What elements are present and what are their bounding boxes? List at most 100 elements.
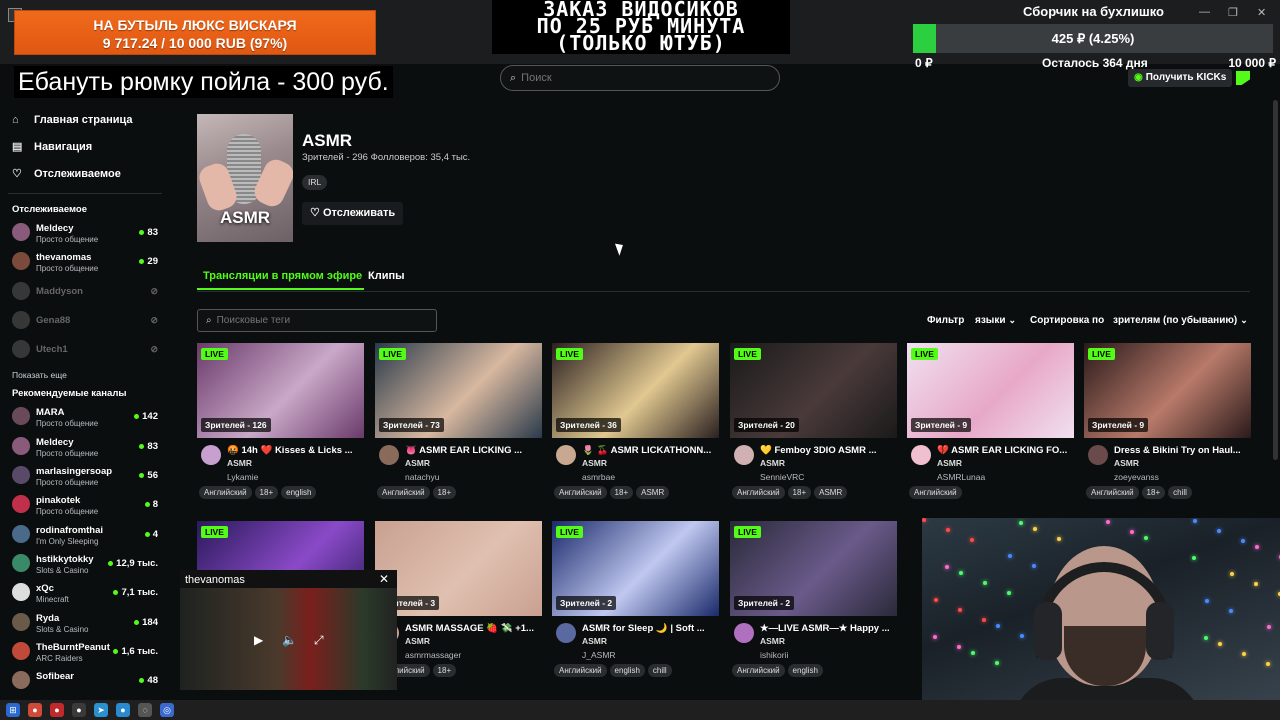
channel-item[interactable]: Sofibear 48	[0, 666, 170, 695]
avatar[interactable]	[911, 445, 931, 465]
close-icon[interactable]: ✕	[379, 572, 389, 586]
tab-clips[interactable]: Клипы	[368, 270, 405, 282]
app-icon[interactable]: ●	[116, 703, 130, 717]
follow-button[interactable]: ♡ Отслеживать	[302, 202, 404, 225]
stream-username[interactable]: ishikorii	[760, 650, 788, 660]
close-icon[interactable]: ✕	[1257, 6, 1266, 19]
stream-thumbnail[interactable]: LIVE Зрителей - 2	[552, 521, 719, 616]
stream-tag[interactable]: english	[281, 486, 317, 499]
channel-item[interactable]: Ryda Slots & Casino 184	[0, 608, 170, 637]
stream-card[interactable]: LIVE Зрителей - 2 ASMR for Sleep 🌙 | Soft …	[552, 521, 719, 677]
stream-username[interactable]: SennieVRC	[760, 472, 804, 482]
app-icon[interactable]: ●	[50, 703, 64, 717]
stream-category[interactable]: ASMR	[227, 458, 252, 468]
stream-thumbnail[interactable]: LIVE Зрителей - 126	[197, 343, 364, 438]
avatar[interactable]	[556, 445, 576, 465]
mini-player[interactable]: thevanomas ✕ ▶ 🔈 ⤢	[180, 570, 397, 690]
stream-tag[interactable]: 18+	[609, 486, 634, 499]
stream-tag[interactable]: 18+	[254, 486, 279, 499]
maximize-icon[interactable]: ❐	[1228, 6, 1238, 19]
stream-thumbnail[interactable]: LIVE Зрителей - 2	[730, 521, 897, 616]
stream-tag[interactable]: ASMR	[636, 486, 670, 499]
stream-thumbnail[interactable]: LIVE Зрителей - 9	[907, 343, 1074, 438]
avatar[interactable]	[734, 445, 754, 465]
get-kicks-button[interactable]: ◉ Получить KICKs	[1128, 69, 1233, 87]
stream-tag[interactable]: chill	[1168, 486, 1192, 499]
stream-title[interactable]: 👅 ASMR EAR LICKING ...	[405, 445, 542, 456]
channel-item[interactable]: thevanomas Просто общение 29	[0, 247, 170, 276]
chrome-icon[interactable]: ◎	[160, 703, 174, 717]
stream-title[interactable]: Dress & Bikini Try on Haul...	[1114, 445, 1251, 456]
telegram-icon[interactable]: ➤	[94, 703, 108, 717]
stream-card[interactable]: LIVE Зрителей - 20 💛 Femboy 3DIO ASMR ... A…	[730, 343, 897, 499]
channel-item[interactable]: MARA Просто общение 142	[0, 402, 170, 431]
stream-title[interactable]: ASMR for Sleep 🌙 | Soft ...	[582, 623, 719, 634]
stream-card[interactable]: LIVE Зрителей - 9 💔 ASMR EAR LICKING FO...…	[907, 343, 1074, 499]
channel-item[interactable]: Meldecy Просто общение 83	[0, 432, 170, 461]
category-tag[interactable]: IRL	[302, 175, 328, 190]
avatar[interactable]	[201, 445, 221, 465]
avatar[interactable]	[556, 623, 576, 643]
stream-username[interactable]: asmrmassager	[405, 650, 461, 660]
stream-tag[interactable]: chill	[647, 664, 672, 677]
stream-category[interactable]: ASMR	[405, 636, 430, 646]
stream-username[interactable]: Lykamie	[227, 472, 258, 482]
channel-item[interactable]: Maddyson ⊘	[0, 277, 170, 306]
stream-tag[interactable]: Английский	[732, 486, 785, 499]
avatar[interactable]	[734, 623, 754, 643]
stream-tag[interactable]: 18+	[432, 664, 457, 677]
stream-tag[interactable]: 18+	[1141, 486, 1166, 499]
sidebar-item-browse[interactable]: ▤ Навигация	[0, 133, 170, 160]
stream-category[interactable]: ASMR	[405, 458, 430, 468]
avatar[interactable]	[379, 445, 399, 465]
minimize-icon[interactable]: —	[1199, 6, 1210, 18]
channel-item[interactable]: Utech1 ⊘	[0, 335, 170, 364]
search-input[interactable]	[521, 72, 762, 84]
stream-thumbnail[interactable]: Зрителей - 3	[375, 521, 542, 616]
stream-tag[interactable]: Английский	[554, 486, 607, 499]
stream-thumbnail[interactable]: LIVE Зрителей - 9	[1084, 343, 1251, 438]
stream-title[interactable]: 💛 Femboy 3DIO ASMR ...	[760, 445, 897, 456]
stream-tag[interactable]: 18+	[787, 486, 812, 499]
stream-tag[interactable]: Английский	[199, 486, 252, 499]
app-icon[interactable]: ◌	[138, 703, 152, 717]
app-icon[interactable]: ●	[28, 703, 42, 717]
stream-tag[interactable]: Английский	[732, 664, 785, 677]
stream-tag[interactable]: 18+	[432, 486, 457, 499]
scrollbar[interactable]	[1273, 100, 1278, 460]
stream-tag[interactable]: ASMR	[814, 486, 848, 499]
channel-item[interactable]: TheBurntPeanut ARC Raiders 1,6 тыс.	[0, 637, 170, 666]
search-bar[interactable]: ⌕	[500, 65, 780, 91]
channel-item[interactable]: Meldecy Просто общение 83	[0, 218, 170, 247]
tag-search-input[interactable]	[216, 315, 417, 326]
stream-username[interactable]: zoeyevanss	[1114, 472, 1159, 482]
stream-tag[interactable]: Английский	[554, 664, 607, 677]
channel-item[interactable]: hstikkytokky Slots & Casino 12,9 тыс.	[0, 549, 170, 578]
sidebar-item-following[interactable]: ♡ Отслеживаемое	[0, 160, 170, 187]
sidebar-item-home[interactable]: ⌂ Главная страница	[0, 106, 170, 133]
stream-tag[interactable]: Английский	[909, 486, 962, 499]
languages-dropdown[interactable]: языки ⌄	[975, 315, 1016, 326]
stream-tag[interactable]: Английский	[377, 486, 430, 499]
stream-title[interactable]: ASMR MASSAGE 🍓 💸 +1...	[405, 623, 542, 634]
channel-item[interactable]: marlasingersoap Просто общение 56	[0, 461, 170, 490]
stream-title[interactable]: 🤬 14h ❤️ Kisses & Licks ...	[227, 445, 364, 456]
channel-item[interactable]: pinakotek Просто общение 8	[0, 490, 170, 519]
tab-live-streams[interactable]: Трансляции в прямом эфире	[197, 270, 365, 290]
volume-icon[interactable]: 🔈	[282, 633, 297, 647]
stream-username[interactable]: asmrbae	[582, 472, 615, 482]
show-more-link[interactable]: Показать еще	[0, 364, 170, 386]
stream-card[interactable]: LIVE Зрителей - 9 Dress & Bikini Try on Ha…	[1084, 343, 1251, 499]
channel-item[interactable]: rodinafromthai I'm Only Sleeping 4	[0, 520, 170, 549]
fullscreen-icon[interactable]: ⤢	[314, 633, 324, 648]
stream-username[interactable]: natachyu	[405, 472, 440, 482]
stream-tag[interactable]: english	[787, 664, 823, 677]
stream-title[interactable]: 🌷 🍒 ASMR LICKATHONN...	[582, 445, 719, 456]
stream-card[interactable]: LIVE Зрителей - 2 ★—LIVE ASMR—★ Happy ... A…	[730, 521, 897, 677]
stream-tag[interactable]: Английский	[1086, 486, 1139, 499]
stream-title[interactable]: 💔 ASMR EAR LICKING FO...	[937, 445, 1074, 456]
tag-search-bar[interactable]: ⌕	[197, 309, 437, 332]
flag-icon[interactable]	[1236, 71, 1250, 85]
stream-category[interactable]: ASMR	[760, 636, 785, 646]
sort-dropdown[interactable]: зрителям (по убыванию) ⌄	[1113, 315, 1248, 326]
